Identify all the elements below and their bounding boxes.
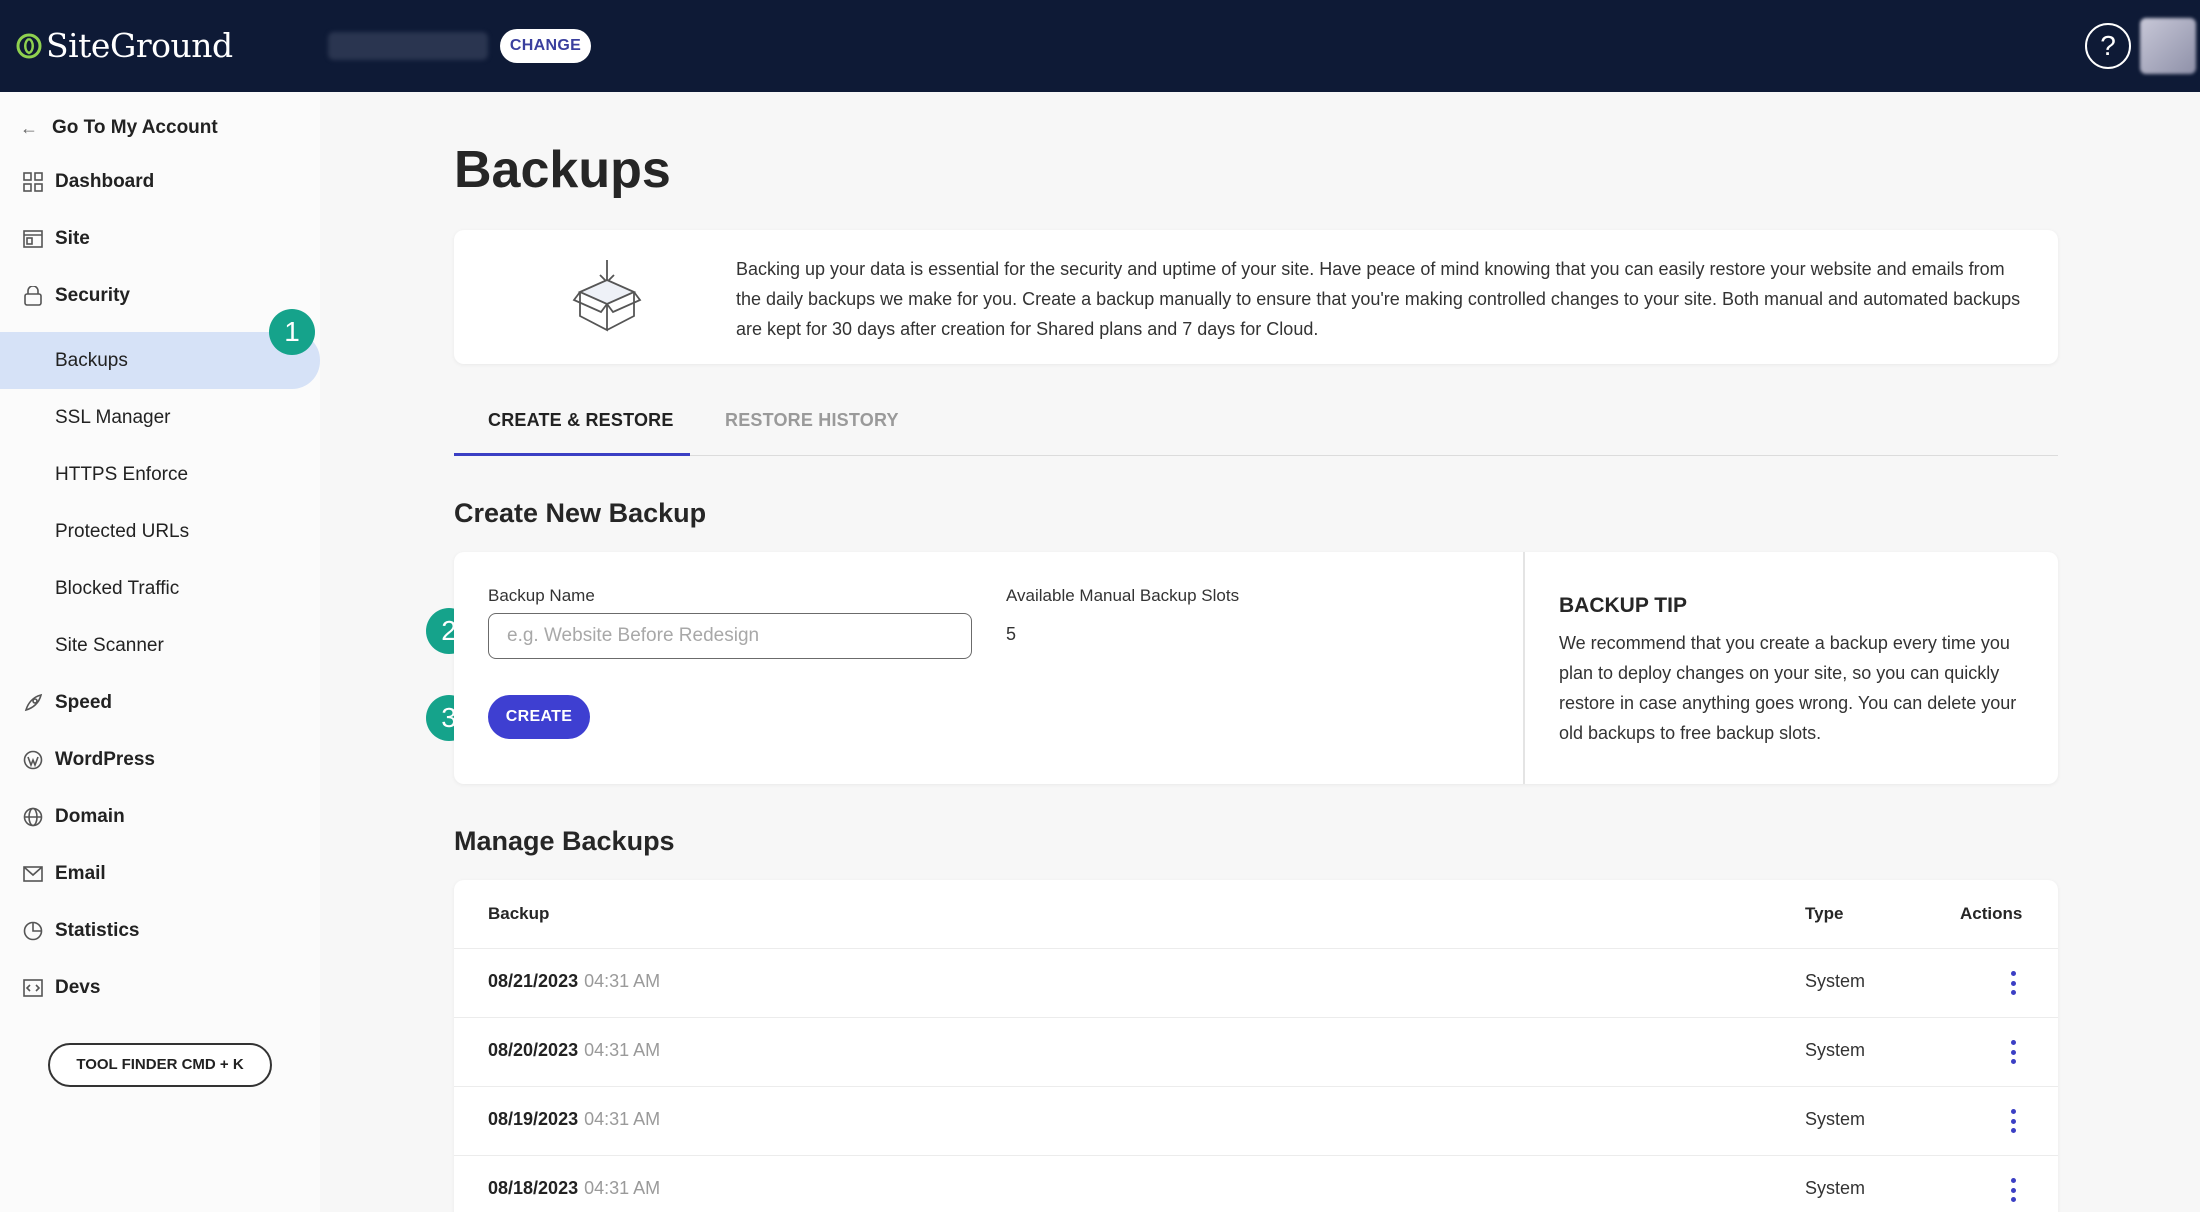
sidebar-item-https-enforce[interactable]: HTTPS Enforce <box>0 446 320 503</box>
sidebar-item-dashboard[interactable]: Dashboard <box>0 153 320 210</box>
sidebar-item-blocked-traffic[interactable]: Blocked Traffic <box>0 560 320 617</box>
siteground-logo[interactable]: SiteGround <box>16 26 233 65</box>
sidebar-item-domain[interactable]: Domain <box>0 788 320 845</box>
sidebar-item-speed[interactable]: Speed <box>0 674 320 731</box>
kebab-menu-icon[interactable] <box>2007 1109 2019 1133</box>
backup-date-value: 08/21/2023 <box>488 971 579 991</box>
sidebar-item-label: Protected URLs <box>55 520 190 542</box>
sidebar-item-protected-urls[interactable]: Protected URLs <box>0 503 320 560</box>
backup-date-value: 08/19/2023 <box>488 1109 579 1129</box>
table-row: 08/18/2023 04:31 AM System <box>454 1155 2058 1212</box>
sidebar-item-label: Statistics <box>55 919 140 941</box>
backup-date: 08/19/2023 04:31 AM <box>488 1109 660 1130</box>
backup-type: System <box>1805 1040 1866 1060</box>
sidebar-item-ssl-manager[interactable]: SSL Manager <box>0 389 320 446</box>
table-row: 08/19/2023 04:31 AM System <box>454 1086 2058 1155</box>
sidebar-item-security[interactable]: Security <box>0 267 320 324</box>
slots-label: Available Manual Backup Slots <box>1006 586 1240 605</box>
arrow-left-icon: ← <box>20 117 38 138</box>
sidebar-item-label: Security <box>55 284 130 306</box>
backup-date: 08/21/2023 04:31 AM <box>488 971 660 992</box>
sidebar-item-label: Backups <box>55 349 128 371</box>
backup-tip-text: We recommend that you create a backup ev… <box>1559 633 2017 743</box>
backup-type: System <box>1805 971 1866 991</box>
kebab-menu-icon[interactable] <box>2007 1178 2019 1202</box>
sidebar-item-label: Domain <box>55 805 125 827</box>
sidebar-item-wordpress[interactable]: WordPress <box>0 731 320 788</box>
globe-icon <box>22 806 44 828</box>
backup-time: 04:31 AM <box>584 1178 661 1198</box>
avatar[interactable] <box>2140 18 2196 74</box>
sidebar-item-label: Dashboard <box>55 170 155 192</box>
help-icon[interactable]: ? <box>2085 23 2131 69</box>
backups-table: Backup Type Actions 08/21/2023 04:31 AM S… <box>454 880 2058 1212</box>
change-site-button[interactable]: CHANGE <box>500 29 591 63</box>
tool-finder-button[interactable]: TOOL FINDER CMD + K <box>48 1043 272 1087</box>
backup-date: 08/20/2023 04:31 AM <box>488 1040 660 1061</box>
backup-type: System <box>1805 1178 1866 1198</box>
sidebar-item-site-scanner[interactable]: Site Scanner <box>0 617 320 674</box>
info-card: Backing up your data is essential for th… <box>454 230 2058 364</box>
tab-create-restore[interactable]: CREATE & RESTORE <box>488 410 674 431</box>
step-badge-1: 1 <box>269 309 315 355</box>
go-to-my-account-label: Go To My Account <box>52 117 218 138</box>
slots-value: 5 <box>1006 624 1017 644</box>
pie-chart-icon <box>22 920 44 942</box>
sidebar-item-label: Blocked Traffic <box>55 577 180 599</box>
backup-time: 04:31 AM <box>584 1040 661 1060</box>
card-divider <box>1523 552 1525 784</box>
info-text: Backing up your data is essential for th… <box>736 259 2021 339</box>
create-new-backup-title: Create New Backup <box>454 498 707 528</box>
table-row: 08/21/2023 04:31 AM System <box>454 948 2058 1017</box>
active-tab-indicator <box>454 453 690 456</box>
sidebar-item-site[interactable]: Site <box>0 210 320 267</box>
wordpress-icon <box>22 749 44 771</box>
column-header-actions: Actions <box>1960 904 2023 923</box>
create-backup-card: Backup Name Available Manual Backup Slot… <box>454 552 2058 784</box>
box-icon <box>572 260 642 332</box>
backup-type: System <box>1805 1109 1866 1129</box>
backup-date-value: 08/20/2023 <box>488 1040 579 1060</box>
table-row: 08/20/2023 04:31 AM System <box>454 1017 2058 1086</box>
sidebar-item-email[interactable]: Email <box>0 845 320 902</box>
manage-backups-title: Manage Backups <box>454 826 675 856</box>
backup-time: 04:31 AM <box>584 971 661 991</box>
backup-date-value: 08/18/2023 <box>488 1178 579 1198</box>
backup-time: 04:31 AM <box>584 1109 661 1129</box>
sidebar-item-label: Email <box>55 862 106 884</box>
sidebar-item-label: Devs <box>55 976 101 998</box>
column-header-backup: Backup <box>488 904 550 923</box>
backup-date: 08/18/2023 04:31 AM <box>488 1178 660 1199</box>
logo-text: SiteGround <box>46 26 233 65</box>
sidebar-item-statistics[interactable]: Statistics <box>0 902 320 959</box>
kebab-menu-icon[interactable] <box>2007 971 2019 995</box>
backup-tip-title: BACKUP TIP <box>1559 594 1687 617</box>
lock-icon <box>22 285 44 307</box>
tab-restore-history[interactable]: RESTORE HISTORY <box>725 410 899 431</box>
sidebar-item-label: Site Scanner <box>55 634 164 656</box>
grid-icon <box>22 171 44 193</box>
siteground-logo-icon <box>16 33 42 58</box>
site-icon <box>22 228 44 250</box>
backup-name-label: Backup Name <box>488 586 595 605</box>
sidebar-item-label: SSL Manager <box>55 406 171 428</box>
sidebar: ← Go To My Account Dashboard Site Securi… <box>0 92 320 1212</box>
sidebar-item-devs[interactable]: Devs <box>0 959 320 1016</box>
go-to-my-account-link[interactable]: ← Go To My Account <box>20 112 218 144</box>
page-title: Backups <box>454 141 671 199</box>
kebab-menu-icon[interactable] <box>2007 1040 2019 1064</box>
create-button[interactable]: CREATE <box>488 695 590 739</box>
envelope-icon <box>22 863 44 885</box>
tabs: CREATE & RESTORE RESTORE HISTORY <box>454 400 2058 456</box>
rocket-icon <box>22 692 44 714</box>
backup-name-input[interactable] <box>488 613 972 659</box>
sidebar-item-label: Speed <box>55 691 113 713</box>
sidebar-item-label: Site <box>55 227 90 249</box>
top-bar: SiteGround CHANGE ? <box>0 0 2200 92</box>
site-name-blurred <box>328 32 488 60</box>
sidebar-item-label: WordPress <box>55 748 155 770</box>
code-icon <box>22 977 44 999</box>
column-header-type: Type <box>1805 904 1844 923</box>
sidebar-item-label: HTTPS Enforce <box>55 463 189 485</box>
